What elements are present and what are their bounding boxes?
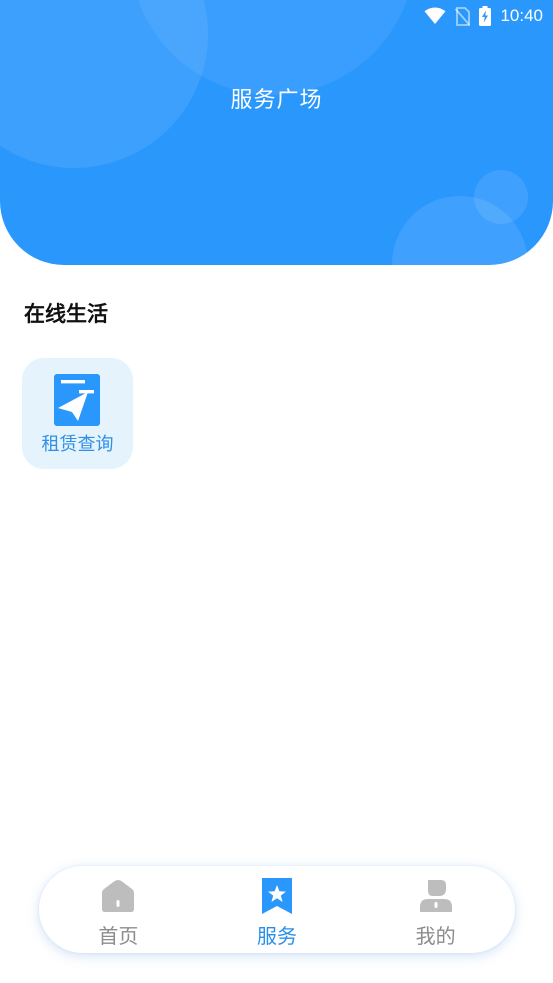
wifi-icon (424, 7, 446, 24)
tab-profile[interactable]: 我的 (376, 870, 496, 950)
no-sim-icon (455, 6, 471, 26)
section-title: 在线生活 (24, 302, 108, 326)
tab-label: 首页 (98, 923, 139, 948)
service-rental-query-button[interactable]: 租赁查询 (22, 358, 133, 469)
decorative-bubble (474, 170, 528, 224)
header-banner: 10:40 服务广场 (0, 0, 553, 265)
bottom-tab-bar: 首页 服务 我的 (39, 866, 515, 953)
status-bar: 10:40 (424, 0, 553, 32)
home-icon (102, 879, 135, 912)
tab-label: 服务 (256, 923, 297, 948)
paper-plane-document-icon (54, 374, 100, 426)
tab-services[interactable]: 服务 (217, 870, 337, 950)
user-icon (419, 879, 452, 912)
bookmark-star-icon (261, 877, 292, 914)
tab-label: 我的 (415, 923, 456, 948)
tab-home[interactable]: 首页 (58, 870, 178, 950)
battery-charging-icon (479, 6, 492, 26)
status-time: 10:40 (500, 6, 543, 25)
service-label: 租赁查询 (41, 434, 114, 455)
page-title: 服务广场 (230, 88, 323, 113)
